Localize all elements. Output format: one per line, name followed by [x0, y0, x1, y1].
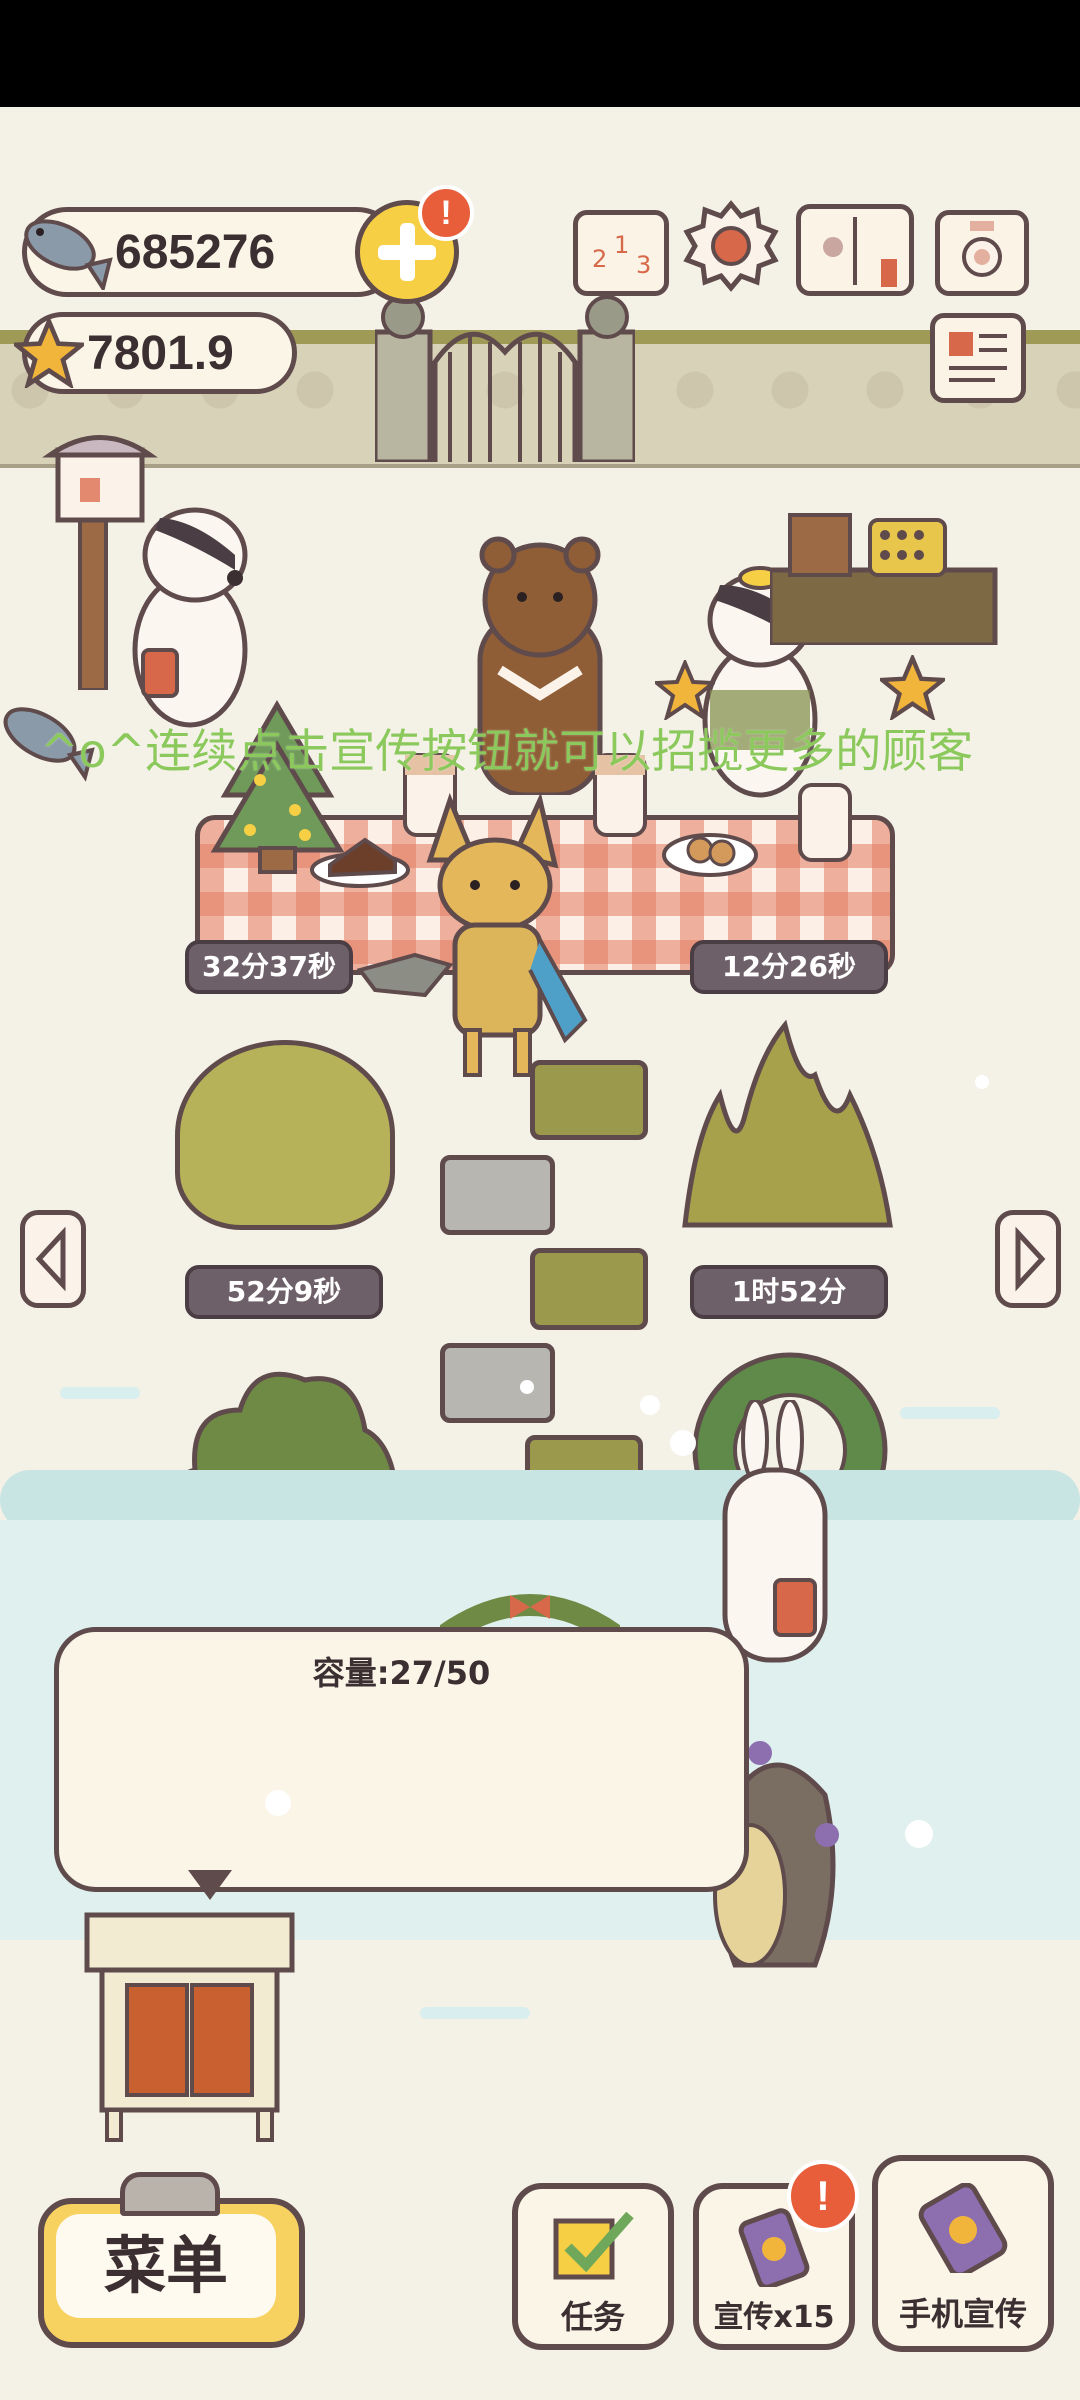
snowflake — [670, 1430, 696, 1456]
promote-alert-badge: ! — [787, 2160, 859, 2232]
bunny-character — [722, 1400, 828, 1663]
table-timer-right: 12分26秒 — [690, 940, 888, 994]
fish-icon — [24, 219, 113, 290]
snowflake — [640, 1395, 660, 1415]
svg-text:3: 3 — [636, 251, 651, 279]
leaderboard-icon: 2 1 3 — [592, 231, 651, 279]
star-icon — [14, 318, 84, 388]
star-decoration — [655, 660, 715, 720]
book-icon — [823, 217, 897, 287]
path-stone — [440, 1343, 555, 1423]
menu-label: 菜单 — [56, 2214, 276, 2318]
garden-bush[interactable] — [175, 1040, 395, 1230]
star-decoration — [880, 655, 945, 720]
status-bar — [0, 0, 1080, 107]
phone-promote-label: 手机宣传 — [898, 2295, 1027, 2333]
wreath-ribbon — [440, 1594, 620, 1635]
path-stone — [530, 1060, 648, 1140]
drink-cup — [798, 783, 852, 862]
snowflake — [265, 1790, 291, 1816]
snowflake — [520, 1380, 534, 1394]
bubble-tail — [188, 1870, 232, 1900]
snowflake — [975, 1075, 989, 1089]
tasks-button[interactable]: 任务 — [512, 2183, 674, 2350]
path-stone — [530, 1248, 648, 1330]
star-count: 7801.9 — [87, 326, 234, 380]
shop-counter — [770, 513, 998, 645]
camera-button[interactable] — [935, 210, 1029, 296]
svg-text:2: 2 — [592, 245, 607, 273]
table-timer-left: 32分37秒 — [185, 940, 353, 994]
snowflake — [905, 1820, 933, 1848]
plus-alert-badge: ! — [418, 185, 474, 241]
path-stone — [440, 1155, 555, 1235]
phone-icon — [918, 2183, 1008, 2273]
checkbox-icon — [553, 2211, 634, 2280]
leaderboard-button[interactable]: 2 1 3 — [573, 210, 669, 296]
bush-timer-right: 1时52分 — [690, 1265, 888, 1319]
phone-promote-button[interactable]: 手机宣传 — [872, 2155, 1054, 2352]
badger-character — [132, 507, 248, 728]
storage-cabinet[interactable] — [82, 1910, 297, 2145]
menu-clip — [120, 2172, 220, 2216]
camera-icon — [962, 221, 1002, 277]
capacity-bubble: 容量:27/50 — [54, 1627, 749, 1892]
right-arrow-icon — [1015, 1226, 1046, 1292]
svg-text:1: 1 — [614, 231, 629, 259]
promo-hint-text: ^o^连续点击宣传按钮就可以招揽更多的顾客 — [40, 724, 974, 778]
capacity-label: 容量:27/50 — [312, 1654, 491, 1692]
recipe-book-button[interactable] — [796, 204, 914, 296]
promote-label: 宣传x15 — [713, 2300, 835, 2335]
fox-player-character — [356, 792, 588, 1077]
menu-button[interactable]: 菜单 — [38, 2198, 305, 2348]
bush-timer-left: 52分9秒 — [185, 1265, 383, 1319]
gear-icon[interactable] — [683, 198, 779, 294]
fish-count: 685276 — [115, 225, 276, 279]
iron-gate — [375, 295, 635, 462]
cookie-plate — [662, 833, 758, 877]
newspaper-icon — [949, 332, 1007, 382]
left-arrow-icon — [35, 1226, 66, 1292]
newspaper-button[interactable] — [930, 313, 1026, 403]
right-arrow-button[interactable] — [995, 1210, 1061, 1308]
garden-grass[interactable] — [675, 1015, 900, 1235]
tasks-label: 任务 — [560, 2298, 625, 2336]
left-arrow-button[interactable] — [20, 1210, 86, 1308]
